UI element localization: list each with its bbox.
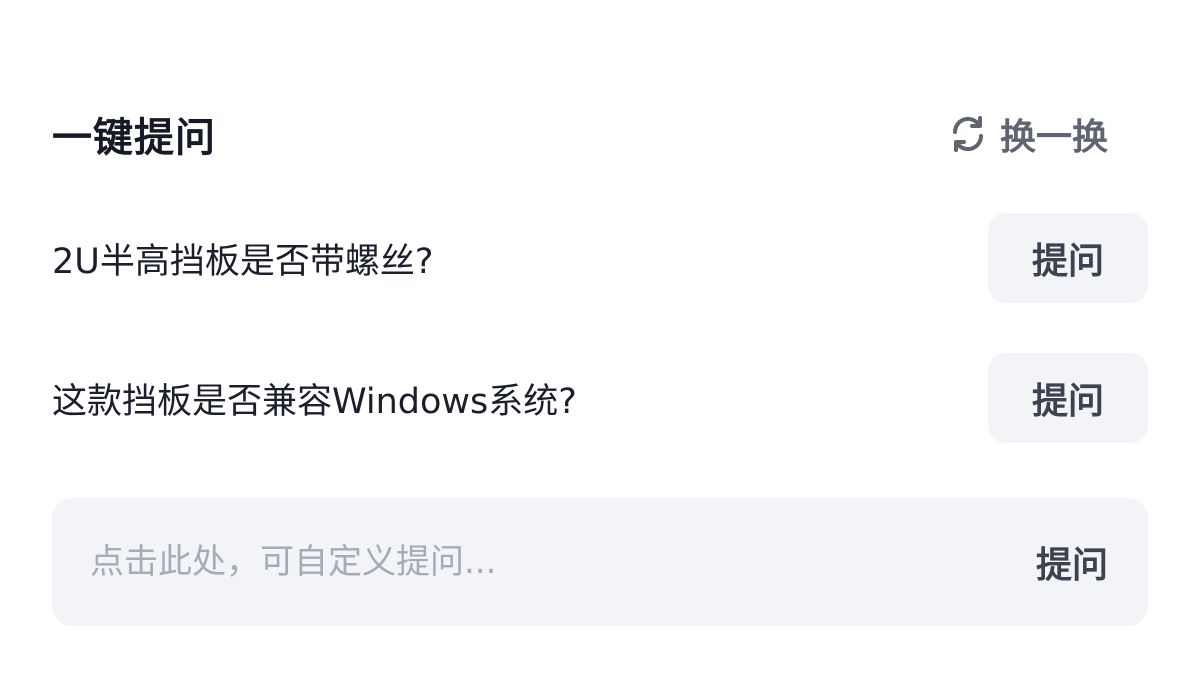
refresh-label: 换一换 [999,117,1108,158]
question-item: 这款挡板是否兼容Windows系统? 提问 [52,353,1148,443]
refresh-button[interactable]: 换一换 [948,108,1108,160]
custom-question-box: 提问 [52,498,1148,626]
panel-title: 一键提问 [52,115,216,161]
panel-header: 一键提问 换一换 [52,104,1108,164]
question-item: 2U半高挡板是否带螺丝? 提问 [52,213,1148,303]
custom-ask-button[interactable]: 提问 [1036,536,1108,588]
custom-question-input[interactable] [90,542,1036,582]
question-text: 这款挡板是否兼容Windows系统? [52,381,577,422]
ask-button[interactable]: 提问 [988,353,1148,443]
quick-ask-panel: 一键提问 换一换 2U半高挡板是否带螺丝? 提问 这款挡板是否兼容Windows… [0,0,1200,674]
ask-button[interactable]: 提问 [988,213,1148,303]
question-text: 2U半高挡板是否带螺丝? [52,241,434,282]
refresh-icon [948,114,988,154]
